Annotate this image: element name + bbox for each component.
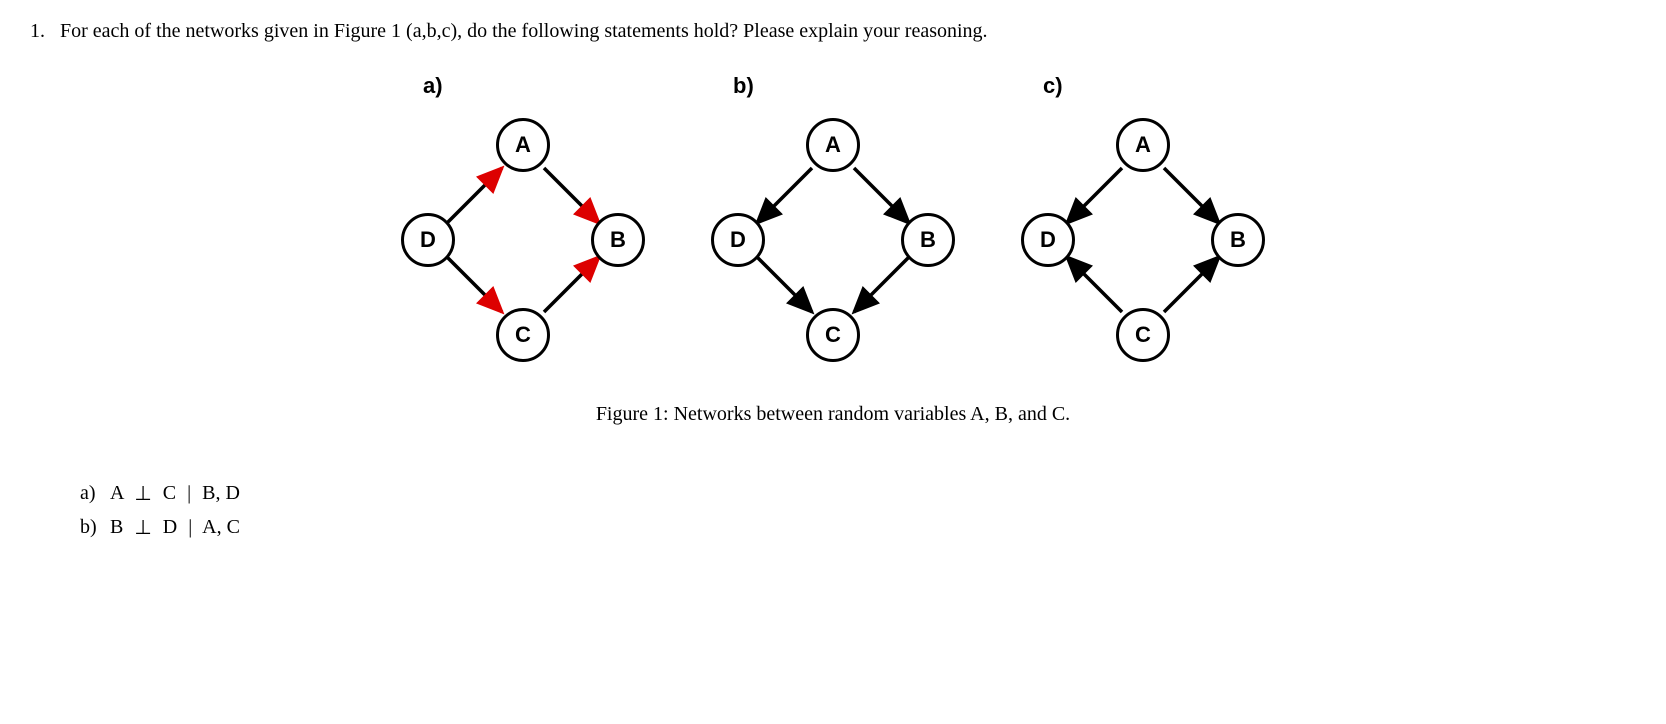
edge-b-c	[854, 257, 909, 312]
bar-icon: |	[187, 482, 191, 504]
node-a-left: D	[401, 213, 455, 267]
edge-a-b	[854, 168, 909, 223]
node-c-right: B	[1211, 213, 1265, 267]
node-b-bottom: C	[806, 308, 860, 362]
edge-d-a	[447, 168, 502, 223]
bar-icon: |	[188, 516, 192, 538]
edge-d-c	[757, 257, 812, 312]
question-text: For each of the networks given in Figure…	[60, 20, 988, 43]
sub-items: a) A ⊥ C | B, D b) B ⊥ D | A, C	[80, 476, 1636, 544]
subitem-b-rhs: D	[163, 516, 177, 538]
figure-caption: Figure 1: Networks between random variab…	[30, 403, 1636, 426]
network-a: a) A D B C	[383, 73, 663, 373]
edge-d-c	[447, 257, 502, 312]
perp-icon: ⊥	[134, 511, 151, 545]
node-a-right: B	[591, 213, 645, 267]
edge-c-b	[1164, 257, 1219, 312]
network-a-label: a)	[423, 73, 443, 99]
figure-area: a) A D B C b)	[30, 73, 1636, 373]
node-b-left: D	[711, 213, 765, 267]
node-a-bottom: C	[496, 308, 550, 362]
subitem-a-given: B, D	[202, 482, 240, 504]
subitem-b-label: b)	[80, 510, 110, 544]
node-b-right: B	[901, 213, 955, 267]
network-c: c) A D B C	[1003, 73, 1283, 373]
subitem-a-expr: A ⊥ C | B, D	[110, 476, 240, 510]
perp-icon: ⊥	[134, 477, 151, 511]
network-b-label: b)	[733, 73, 754, 99]
subitem-a-lhs: A	[110, 482, 123, 504]
subitem-a-rhs: C	[163, 482, 176, 504]
subitem-b-lhs: B	[110, 516, 123, 538]
question-line: 1. For each of the networks given in Fig…	[30, 20, 1636, 43]
edge-a-d	[757, 168, 812, 223]
edge-a-b	[1164, 168, 1219, 223]
question-number: 1.	[30, 20, 50, 43]
network-c-label: c)	[1043, 73, 1063, 99]
node-c-top: A	[1116, 118, 1170, 172]
subitem-b-expr: B ⊥ D | A, C	[110, 510, 240, 544]
network-b: b) A D B C	[693, 73, 973, 373]
node-b-top: A	[806, 118, 860, 172]
node-a-top: A	[496, 118, 550, 172]
subitem-b: b) B ⊥ D | A, C	[80, 510, 1636, 544]
edge-c-b	[544, 257, 599, 312]
edge-c-d	[1067, 257, 1122, 312]
subitem-a: a) A ⊥ C | B, D	[80, 476, 1636, 510]
node-c-bottom: C	[1116, 308, 1170, 362]
subitem-a-label: a)	[80, 476, 110, 510]
edge-a-d	[1067, 168, 1122, 223]
node-c-left: D	[1021, 213, 1075, 267]
subitem-b-given: A, C	[202, 516, 240, 538]
edge-a-b	[544, 168, 599, 223]
